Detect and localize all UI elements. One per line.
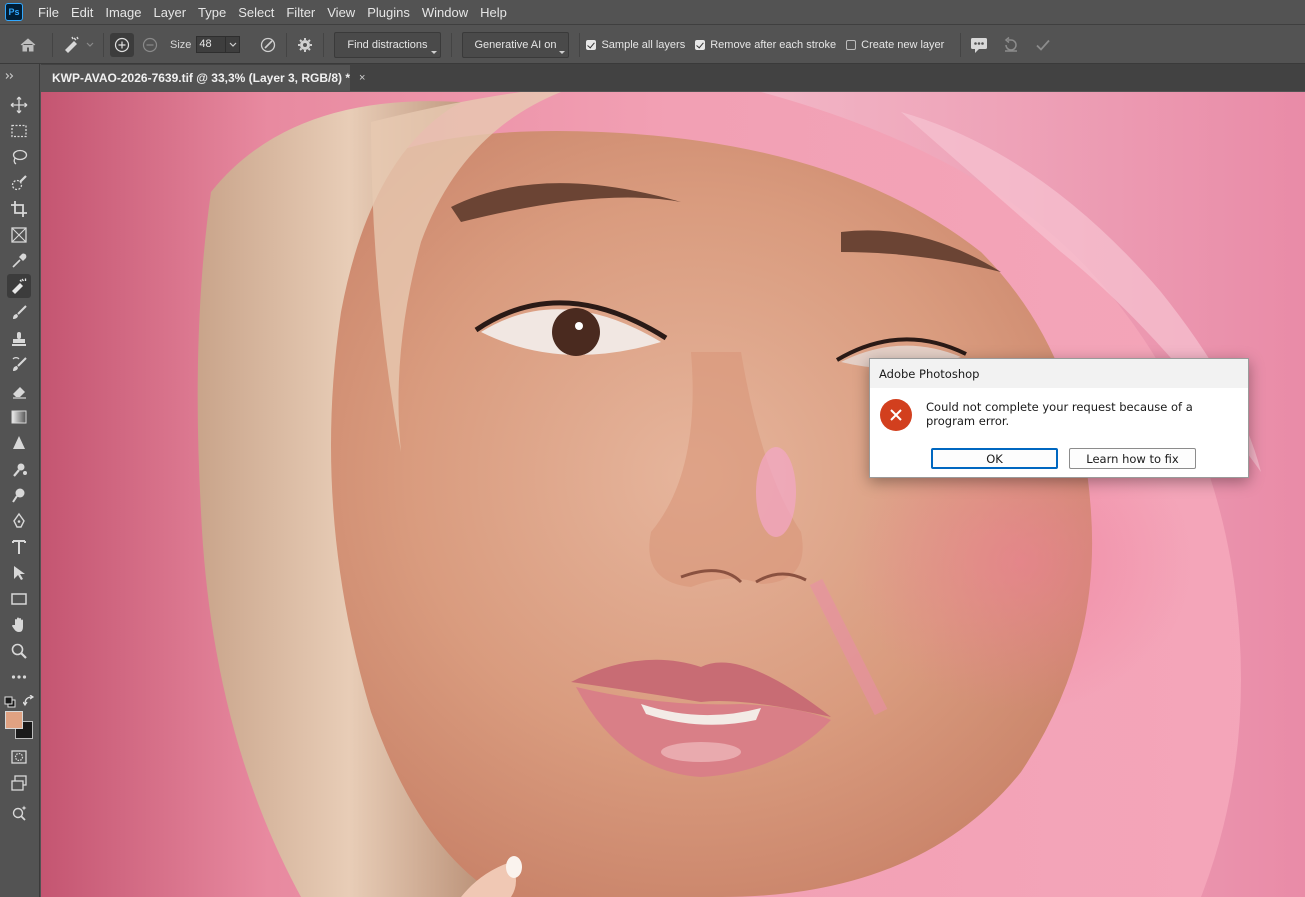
zoom-tool-icon[interactable]	[7, 639, 31, 663]
portrait-photo	[197, 92, 1305, 897]
feedback-icon[interactable]	[967, 33, 991, 57]
photoshop-logo-icon: Ps	[5, 3, 23, 21]
lasso-tool-icon[interactable]	[7, 145, 31, 169]
menu-file[interactable]: File	[32, 0, 65, 25]
generative-ai-button[interactable]: Generative AI on	[461, 31, 570, 58]
learn-how-to-fix-button[interactable]: Learn how to fix	[1069, 448, 1196, 469]
dialog-message: Could not complete your request because …	[926, 400, 1193, 428]
smudge-tool-icon[interactable]	[7, 457, 31, 481]
options-bar: Size 48 Find distractions Generative AI …	[0, 26, 1305, 64]
menu-layer[interactable]: Layer	[148, 0, 193, 25]
dialog-titlebar: Adobe Photoshop	[870, 359, 1248, 388]
document-tab[interactable]: KWP-AVAO-2026-7639.tif @ 33,3% (Layer 3,…	[41, 65, 365, 91]
crop-tool-icon[interactable]	[7, 197, 31, 221]
pen-tool-icon[interactable]	[7, 509, 31, 533]
generative-search-icon[interactable]	[7, 801, 31, 825]
size-label: Size	[170, 38, 192, 51]
commit-check-icon[interactable]	[1031, 33, 1055, 57]
eraser-tool-icon[interactable]	[7, 379, 31, 403]
remove-tool-preset-icon[interactable]	[59, 33, 83, 57]
checkbox-checked[interactable]	[586, 39, 597, 50]
chevron-down-icon[interactable]	[83, 33, 97, 57]
dodge-tool-icon[interactable]	[7, 483, 31, 507]
brush-tool-icon[interactable]	[7, 301, 31, 325]
remove-after-stroke-label: Remove after each stroke	[710, 38, 837, 51]
gear-icon[interactable]	[293, 33, 317, 57]
menu-edit[interactable]: Edit	[65, 0, 99, 25]
menu-select[interactable]: Select	[232, 0, 280, 25]
gradient-tool-icon[interactable]	[7, 405, 31, 429]
menu-help[interactable]: Help	[474, 0, 513, 25]
error-dialog: Adobe Photoshop Could not complete your …	[869, 358, 1249, 478]
blur-tool-icon[interactable]	[7, 431, 31, 455]
find-distractions-button[interactable]: Find distractions	[334, 31, 441, 58]
eyedropper-tool-icon[interactable]	[7, 249, 31, 273]
quick-mask-icon[interactable]	[7, 745, 31, 769]
menu-view[interactable]: View	[321, 0, 361, 25]
pressure-size-icon[interactable]	[256, 33, 280, 57]
path-selection-tool-icon[interactable]	[7, 561, 31, 585]
undo-icon[interactable]	[999, 33, 1023, 57]
expand-panel-icon[interactable]	[5, 66, 15, 84]
history-brush-tool-icon[interactable]	[7, 353, 31, 377]
menu-window[interactable]: Window	[416, 0, 474, 25]
create-new-layer-checkbox[interactable]: Create new layer	[846, 39, 944, 51]
add-mode-icon[interactable]	[110, 32, 134, 57]
ok-button[interactable]: OK	[931, 448, 1058, 469]
type-tool-icon[interactable]	[7, 535, 31, 559]
remove-tool-icon[interactable]	[7, 274, 31, 298]
checkbox-checked[interactable]	[695, 39, 706, 50]
menu-plugins[interactable]: Plugins	[361, 0, 416, 25]
subtract-mode-icon[interactable]	[138, 33, 162, 57]
document-tab-title: KWP-AVAO-2026-7639.tif @ 33,3% (Layer 3,…	[52, 71, 351, 85]
screen-mode-icon[interactable]	[7, 771, 31, 795]
create-new-layer-label: Create new layer	[861, 38, 945, 51]
dialog-title: Adobe Photoshop	[879, 366, 980, 381]
rectangle-tool-icon[interactable]	[7, 587, 31, 611]
close-icon[interactable]: ×	[359, 72, 365, 84]
sample-all-layers-label: Sample all layers	[601, 38, 686, 51]
menu-filter[interactable]: Filter	[280, 0, 321, 25]
home-icon[interactable]	[16, 33, 40, 57]
swap-colors-icon[interactable]	[22, 694, 35, 712]
checkbox-unchecked[interactable]	[846, 39, 857, 50]
marquee-tool-icon[interactable]	[7, 119, 31, 143]
error-icon	[880, 399, 912, 431]
size-dropdown-icon[interactable]	[226, 36, 241, 53]
quick-selection-tool-icon[interactable]	[7, 171, 31, 195]
stamp-tool-icon[interactable]	[7, 327, 31, 351]
more-tools-icon[interactable]	[7, 665, 31, 689]
image-canvas[interactable]	[41, 92, 1305, 897]
move-tool-icon[interactable]	[7, 93, 31, 117]
size-input[interactable]: 48	[196, 36, 227, 53]
frame-tool-icon[interactable]	[7, 223, 31, 247]
foreground-color-swatch[interactable]	[5, 711, 23, 729]
menu-type[interactable]: Type	[192, 0, 232, 25]
hand-tool-icon[interactable]	[7, 613, 31, 637]
document-tab-bar: KWP-AVAO-2026-7639.tif @ 33,3% (Layer 3,…	[41, 64, 1305, 91]
remove-after-stroke-checkbox[interactable]: Remove after each stroke	[695, 39, 836, 51]
tools-panel	[0, 64, 40, 897]
menu-image[interactable]: Image	[99, 0, 147, 25]
menu-bar: Ps File Edit Image Layer Type Select Fil…	[0, 0, 1305, 25]
sample-all-layers-checkbox[interactable]: Sample all layers	[586, 39, 685, 51]
